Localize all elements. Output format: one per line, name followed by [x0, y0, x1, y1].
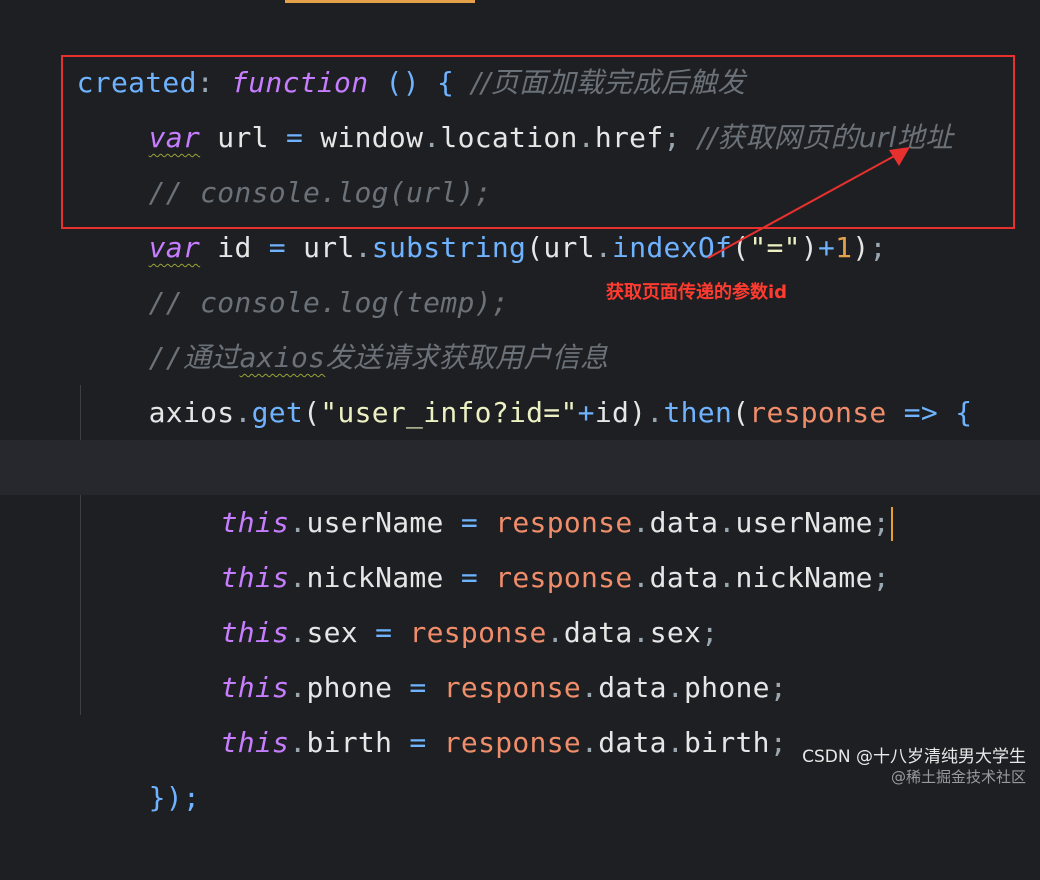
watermark: CSDN @十八岁清纯男大学生: [802, 747, 1026, 767]
code-line-10[interactable]: this.nickName = response.data.nickName;: [152, 495, 890, 594]
code-line-9[interactable]: this.userName = response.data.userName;: [0, 440, 1040, 541]
code-line-11[interactable]: this.sex = response.data.sex;: [152, 550, 718, 649]
watermark-sub: @稀土掘金技术社区: [890, 768, 1026, 786]
code-line-13[interactable]: this.birth = response.data.birth;: [152, 660, 787, 759]
code-line-1[interactable]: created: function () { //页面加载完成后触发: [8, 0, 746, 99]
code-line-14[interactable]: });: [80, 715, 200, 814]
code-line-8[interactable]: console.log(response.data);: [152, 385, 684, 484]
code-line-6[interactable]: //通过axios发送请求获取用户信息: [80, 275, 608, 374]
code-editor[interactable]: created: function () { //页面加载完成后触发 var u…: [0, 0, 1040, 814]
annotation-label: 获取页面传递的参数id: [606, 282, 788, 303]
annotation-highlight-box: [61, 55, 1015, 229]
code-line-12[interactable]: this.phone = response.data.phone;: [152, 605, 787, 704]
text-caret: [890, 507, 893, 541]
code-line-7[interactable]: axios.get("user_info?id="+id).then(respo…: [80, 330, 972, 429]
